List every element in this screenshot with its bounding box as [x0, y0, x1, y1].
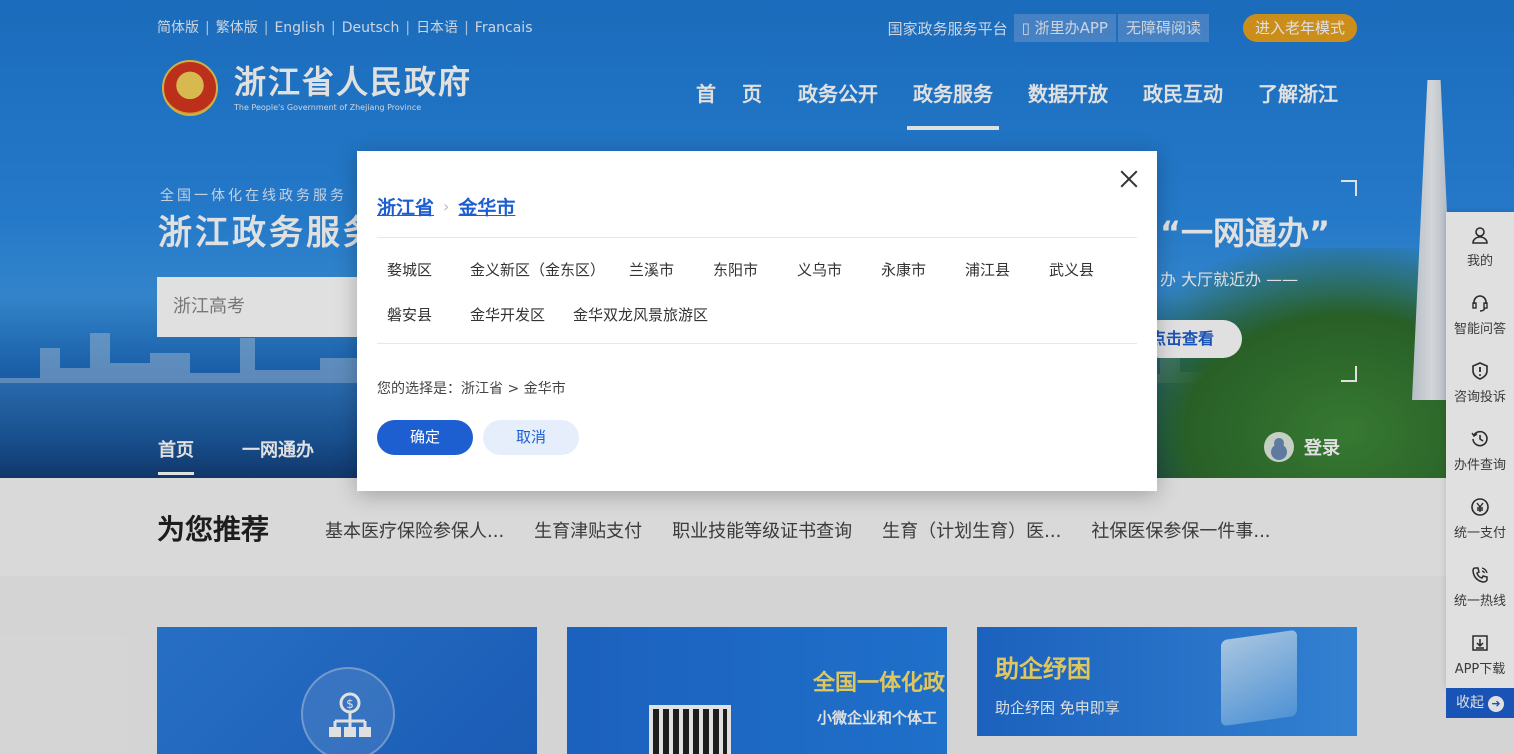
- confirm-button[interactable]: 确定: [377, 420, 473, 455]
- area-item[interactable]: 金华双龙风景旅游区: [573, 304, 708, 325]
- divider: [377, 237, 1137, 238]
- breadcrumb-city[interactable]: 金华市: [458, 193, 515, 220]
- area-item[interactable]: 磐安县: [387, 304, 432, 325]
- cancel-button[interactable]: 取消: [483, 420, 579, 455]
- area-item[interactable]: 永康市: [881, 259, 926, 280]
- area-item[interactable]: 东阳市: [713, 259, 758, 280]
- area-item[interactable]: 金义新区（金东区）: [470, 259, 605, 280]
- area-item[interactable]: 武义县: [1049, 259, 1094, 280]
- chevron-right-icon: ›: [443, 197, 450, 216]
- region-breadcrumb: 浙江省 › 金华市: [377, 193, 515, 220]
- area-item[interactable]: 金华开发区: [470, 304, 545, 325]
- divider: [377, 343, 1137, 344]
- area-item[interactable]: 兰溪市: [629, 259, 674, 280]
- region-select-dialog: 浙江省 › 金华市 婺城区 金义新区（金东区） 兰溪市 东阳市 义乌市 永康市 …: [357, 151, 1157, 491]
- close-icon[interactable]: [1119, 169, 1139, 189]
- area-item[interactable]: 婺城区: [387, 259, 432, 280]
- area-item[interactable]: 义乌市: [797, 259, 842, 280]
- area-item[interactable]: 浦江县: [965, 259, 1010, 280]
- breadcrumb-province[interactable]: 浙江省: [377, 193, 434, 220]
- selection-summary: 您的选择是：浙江省 > 金华市: [377, 381, 566, 397]
